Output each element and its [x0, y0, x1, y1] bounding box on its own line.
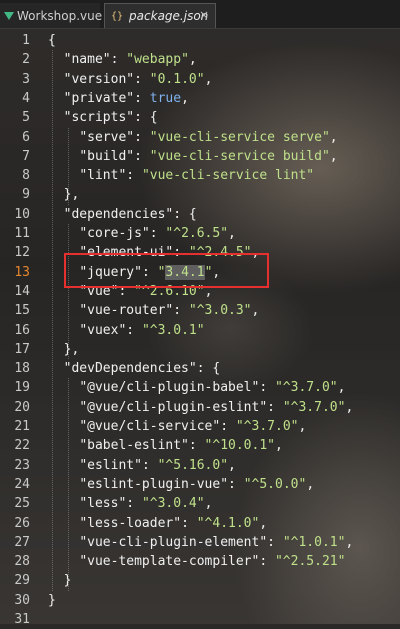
close-icon[interactable]: ×: [199, 8, 209, 22]
line-number: 9: [22, 187, 30, 203]
line-number: 10: [14, 206, 30, 222]
line-code: "vue-cli-plugin-element": "^1.0.1",: [79, 534, 354, 550]
code-line[interactable]: 3 "version": "0.1.0",: [0, 70, 400, 89]
code-line[interactable]: 10 "dependencies": {: [0, 205, 400, 224]
line-number: 1: [22, 33, 30, 48]
line-number: 25: [14, 496, 30, 512]
line-code: "serve": "vue-cli-service serve",: [79, 129, 338, 145]
code-line[interactable]: 21 "@vue/cli-service": "^3.7.0",: [0, 417, 400, 436]
code-line[interactable]: 24 "eslint-plugin-vue": "^5.0.0",: [0, 475, 400, 494]
line-number: 28: [14, 554, 30, 570]
code-line[interactable]: 7 "build": "vue-cli-service build",: [0, 147, 400, 166]
line-number: 18: [14, 361, 30, 377]
code-line[interactable]: 6 "serve": "vue-cli-service serve",: [0, 128, 400, 147]
code-line[interactable]: 27 "vue-cli-plugin-element": "^1.0.1",: [0, 533, 400, 552]
line-number: 20: [14, 399, 30, 415]
indent-guide: [68, 378, 69, 591]
line-number: 7: [22, 148, 30, 164]
line-number: 3: [22, 71, 30, 87]
code-line[interactable]: 4 "private": true,: [0, 89, 400, 108]
line-number: 19: [14, 380, 30, 396]
code-line[interactable]: 17 },: [0, 340, 400, 359]
code-line[interactable]: 2 "name": "webapp",: [0, 50, 400, 69]
indent-guide: [68, 224, 69, 360]
line-number: 5: [22, 110, 30, 126]
line-number: 12: [14, 245, 30, 261]
code-line[interactable]: 18 "devDependencies": {: [0, 359, 400, 378]
code-line[interactable]: 19 "@vue/cli-plugin-babel": "^3.7.0",: [0, 378, 400, 397]
line-code: "name": "webapp",: [63, 52, 197, 68]
code-line[interactable]: 15 "vue-router": "^3.0.3",: [0, 301, 400, 320]
line-number: 8: [22, 168, 30, 184]
line-code: "babel-eslint": "^10.0.1",: [79, 438, 283, 454]
line-number: 29: [14, 573, 30, 589]
line-code: "lint": "vue-cli-service lint": [79, 168, 315, 184]
tab-bar: Workshop.vue {} package.json ×: [0, 0, 400, 29]
line-number: 2: [22, 52, 30, 68]
code-editor[interactable]: 1{2 "name": "webapp", 3 "version": "0.1.0…: [0, 30, 400, 627]
tab-label: Workshop.vue: [17, 8, 103, 23]
line-code: "version": "0.1.0",: [63, 71, 213, 87]
code-line[interactable]: 1{: [0, 31, 400, 50]
line-code: {: [48, 33, 56, 48]
line-code: "@vue/cli-plugin-babel": "^3.7.0",: [79, 380, 346, 396]
line-code: "private": true,: [63, 90, 189, 106]
line-code: "dependencies": {: [63, 206, 197, 222]
line-number: 4: [22, 90, 30, 106]
tab-label: package.json: [129, 9, 209, 23]
code-line[interactable]: 26 "less-loader": "^4.1.0",: [0, 514, 400, 533]
line-number: 14: [14, 283, 30, 299]
line-number: 13: [14, 264, 30, 280]
line-code: "devDependencies": {: [63, 361, 221, 377]
indent-guide: [52, 50, 53, 591]
tab-package-json[interactable]: {} package.json ×: [104, 3, 216, 28]
line-number: 11: [14, 226, 30, 241]
annotation-highlight-box: [64, 253, 269, 288]
line-number: 21: [14, 419, 30, 434]
line-code: "vuex": "^3.0.1": [79, 322, 205, 338]
line-number: 24: [14, 476, 30, 492]
line-code: "core-js": "^2.6.5",: [79, 226, 236, 241]
line-number: 30: [14, 592, 30, 608]
line-code: "@vue/cli-plugin-eslint": "^3.7.0",: [79, 399, 354, 415]
indent-guide: [68, 127, 69, 205]
line-code: "vue-router": "^3.0.3",: [79, 303, 260, 319]
line-code: "less": "^3.0.4",: [79, 496, 213, 512]
json-file-icon: {}: [111, 10, 124, 22]
code-line[interactable]: 30}: [0, 591, 400, 610]
code-line[interactable]: 8 "lint": "vue-cli-service lint": [0, 166, 400, 185]
line-number: 27: [14, 534, 30, 550]
line-number: 17: [14, 341, 30, 357]
code-line[interactable]: 16 "vuex": "^3.0.1": [0, 321, 400, 340]
code-line[interactable]: 29 }: [0, 571, 400, 590]
line-code: }: [48, 592, 56, 608]
code-line[interactable]: 25 "less": "^3.0.4",: [0, 494, 400, 513]
line-number: 31: [14, 612, 30, 627]
tab-workshop-vue[interactable]: Workshop.vue: [0, 3, 103, 28]
code-line[interactable]: 23 "eslint": "^5.16.0",: [0, 456, 400, 475]
code-line[interactable]: 5 "scripts": {: [0, 108, 400, 127]
line-code: "build": "vue-cli-service build",: [79, 148, 338, 164]
code-line[interactable]: 9 },: [0, 185, 400, 204]
code-line[interactable]: 11 "core-js": "^2.6.5",: [0, 224, 400, 243]
line-number: 22: [14, 438, 30, 454]
line-code: "@vue/cli-service": "^3.7.0",: [79, 419, 307, 434]
code-line[interactable]: 28 "vue-template-compiler": "^2.5.21": [0, 552, 400, 571]
line-code: "eslint": "^5.16.0",: [79, 457, 236, 473]
line-number: 26: [14, 515, 30, 531]
line-number: 23: [14, 457, 30, 473]
vue-file-icon: [4, 11, 14, 20]
code-line[interactable]: 31: [0, 610, 400, 629]
code-line[interactable]: 22 "babel-eslint": "^10.0.1",: [0, 436, 400, 455]
line-number: 16: [14, 322, 30, 338]
line-code: "eslint-plugin-vue": "^5.0.0",: [79, 476, 315, 492]
line-code: "scripts": {: [63, 110, 158, 126]
line-number: 15: [14, 303, 30, 319]
line-number: 6: [22, 129, 30, 145]
line-code: "vue-template-compiler": "^2.5.21": [79, 554, 346, 570]
line-code: "less-loader": "^4.1.0",: [79, 515, 268, 531]
code-line[interactable]: 20 "@vue/cli-plugin-eslint": "^3.7.0",: [0, 398, 400, 417]
